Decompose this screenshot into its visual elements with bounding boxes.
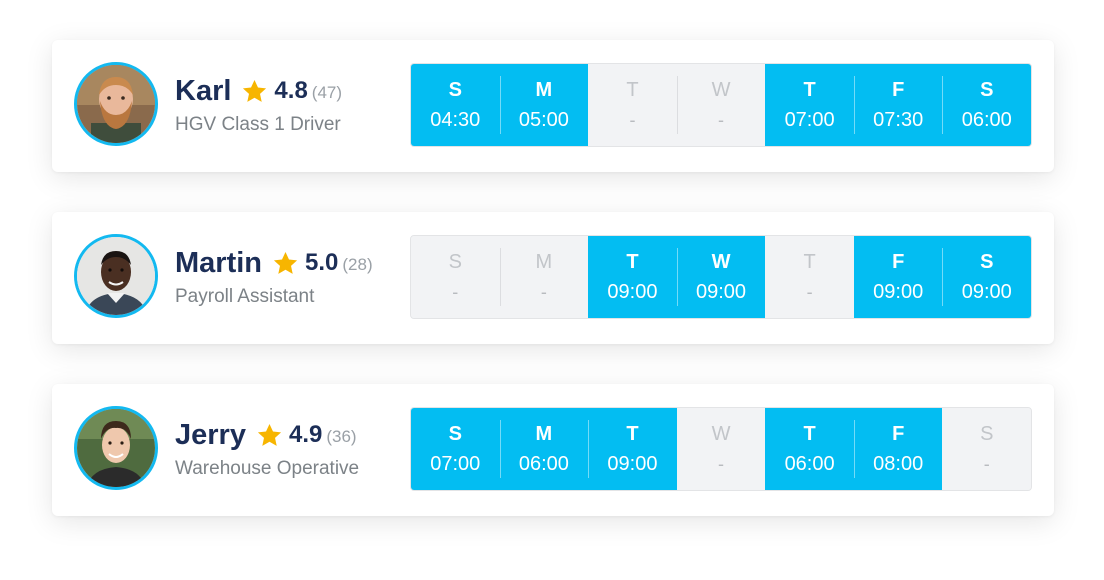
shift-time: 07:30 [873,109,924,131]
day-letter: S [980,423,994,445]
name-line: Martin 5.0 (28) [175,246,373,280]
rating-value: 4.9 [288,421,323,448]
shift-time: 09:00 [961,281,1012,303]
avatar[interactable] [74,62,158,146]
shift-time: 09:00 [695,281,747,303]
day-letter: F [892,423,905,445]
day-letter: T [626,251,639,273]
rating-value: 4.8 [274,77,308,104]
review-count: (47) [311,82,343,102]
day-cell-thursday[interactable]: T 06:00 [765,408,854,490]
avatar[interactable] [74,234,158,318]
shift-time: - [540,282,547,302]
shift-time: 08:00 [873,453,924,475]
avatar-jerry-photo [77,409,155,487]
shift-time: 06:00 [518,453,569,475]
day-letter: T [803,251,816,273]
worker-card-martin[interactable]: Martin 5.0 (28) Payroll Assistant S- M- … [52,212,1054,344]
day-cell-wednesday[interactable]: W- [676,408,766,490]
day-letter: S [448,79,462,101]
worker-info: Karl 4.8 (47) HGV Class 1 Driver [175,74,342,136]
worker-name[interactable]: Karl [175,75,231,108]
day-letter: W [711,251,731,273]
review-count: (36) [326,426,357,446]
weekly-schedule: S- M- T 09:00 W 09:00 T- F 09:00 S 09:00 [410,235,1032,319]
avatar-karl-photo [77,65,155,143]
shift-time: 04:30 [430,109,481,131]
shift-time: 09:00 [873,281,924,303]
star-icon [241,78,268,105]
day-cell-saturday[interactable]: S 06:00 [942,64,1031,146]
day-letter: T [803,79,816,101]
shift-time: - [452,282,459,302]
shift-time: - [718,110,725,130]
day-cell-sunday[interactable]: S- [411,236,500,318]
worker-role: Warehouse Operative [175,458,360,479]
day-letter: F [892,79,905,101]
day-cell-friday[interactable]: F 07:30 [853,64,943,146]
day-letter: M [535,423,553,445]
shift-time: 06:00 [784,453,835,475]
day-cell-tuesday[interactable]: T- [588,64,677,146]
day-letter: T [803,423,816,445]
worker-name[interactable]: Martin [175,247,262,280]
day-letter: S [448,423,462,445]
day-cell-sunday[interactable]: S 04:30 [411,64,500,146]
worker-card-jerry[interactable]: Jerry 4.9 (36) Warehouse Operative S 07:0… [52,384,1054,516]
day-cell-saturday[interactable]: S 09:00 [942,236,1031,318]
day-cell-monday[interactable]: M 06:00 [499,408,589,490]
day-cell-wednesday[interactable]: W- [676,64,766,146]
shift-time: 07:00 [430,453,481,475]
day-letter: F [892,251,905,273]
worker-info: Martin 5.0 (28) Payroll Assistant [175,246,373,308]
worker-role: HGV Class 1 Driver [175,114,341,135]
day-letter: W [711,79,731,101]
day-cell-thursday[interactable]: T- [765,236,854,318]
day-letter: T [626,79,639,101]
day-cell-monday[interactable]: M 05:00 [499,64,589,146]
day-letter: S [980,79,994,101]
shift-time: - [718,454,725,474]
day-cell-sunday[interactable]: S 07:00 [411,408,500,490]
day-cell-tuesday[interactable]: T 09:00 [588,408,677,490]
shift-time: 06:00 [961,109,1012,131]
day-letter: T [626,423,639,445]
worker-card-karl[interactable]: Karl 4.8 (47) HGV Class 1 Driver S 04:30 … [52,40,1054,172]
shift-time: 05:00 [518,109,569,131]
avatar[interactable] [74,406,158,490]
day-cell-tuesday[interactable]: T 09:00 [588,236,677,318]
worker-role: Payroll Assistant [175,286,315,307]
worker-list: Karl 4.8 (47) HGV Class 1 Driver S 04:30 … [0,0,1104,580]
day-cell-monday[interactable]: M- [499,236,589,318]
day-letter: S [448,251,462,273]
shift-time: - [983,454,990,474]
name-line: Karl 4.8 (47) [175,74,342,108]
shift-time: - [806,282,813,302]
weekly-schedule: S 04:30 M 05:00 T- W- T 07:00 F 07:30 S 06:00 [410,63,1032,147]
day-letter: M [535,251,553,273]
star-icon [256,422,283,449]
name-line: Jerry 4.9 (36) [175,418,359,452]
shift-time: - [629,110,636,130]
shift-time: 09:00 [607,281,658,303]
worker-name[interactable]: Jerry [175,419,246,452]
shift-time: 09:00 [607,453,658,475]
day-cell-thursday[interactable]: T 07:00 [765,64,854,146]
rating-value: 5.0 [305,249,339,276]
shift-time: 07:00 [784,109,835,131]
day-letter: S [980,251,994,273]
worker-info: Jerry 4.9 (36) Warehouse Operative [175,418,359,480]
star-icon [272,250,299,277]
review-count: (28) [342,254,373,274]
avatar-martin-photo [77,237,155,315]
day-cell-wednesday[interactable]: W 09:00 [676,236,766,318]
weekly-schedule: S 07:00 M 06:00 T 09:00 W- T 06:00 F 08:00 S- [410,407,1032,491]
day-letter: M [535,79,553,101]
day-cell-friday[interactable]: F 08:00 [853,408,943,490]
day-cell-saturday[interactable]: S- [942,408,1031,490]
day-cell-friday[interactable]: F 09:00 [853,236,943,318]
day-letter: W [711,423,731,445]
